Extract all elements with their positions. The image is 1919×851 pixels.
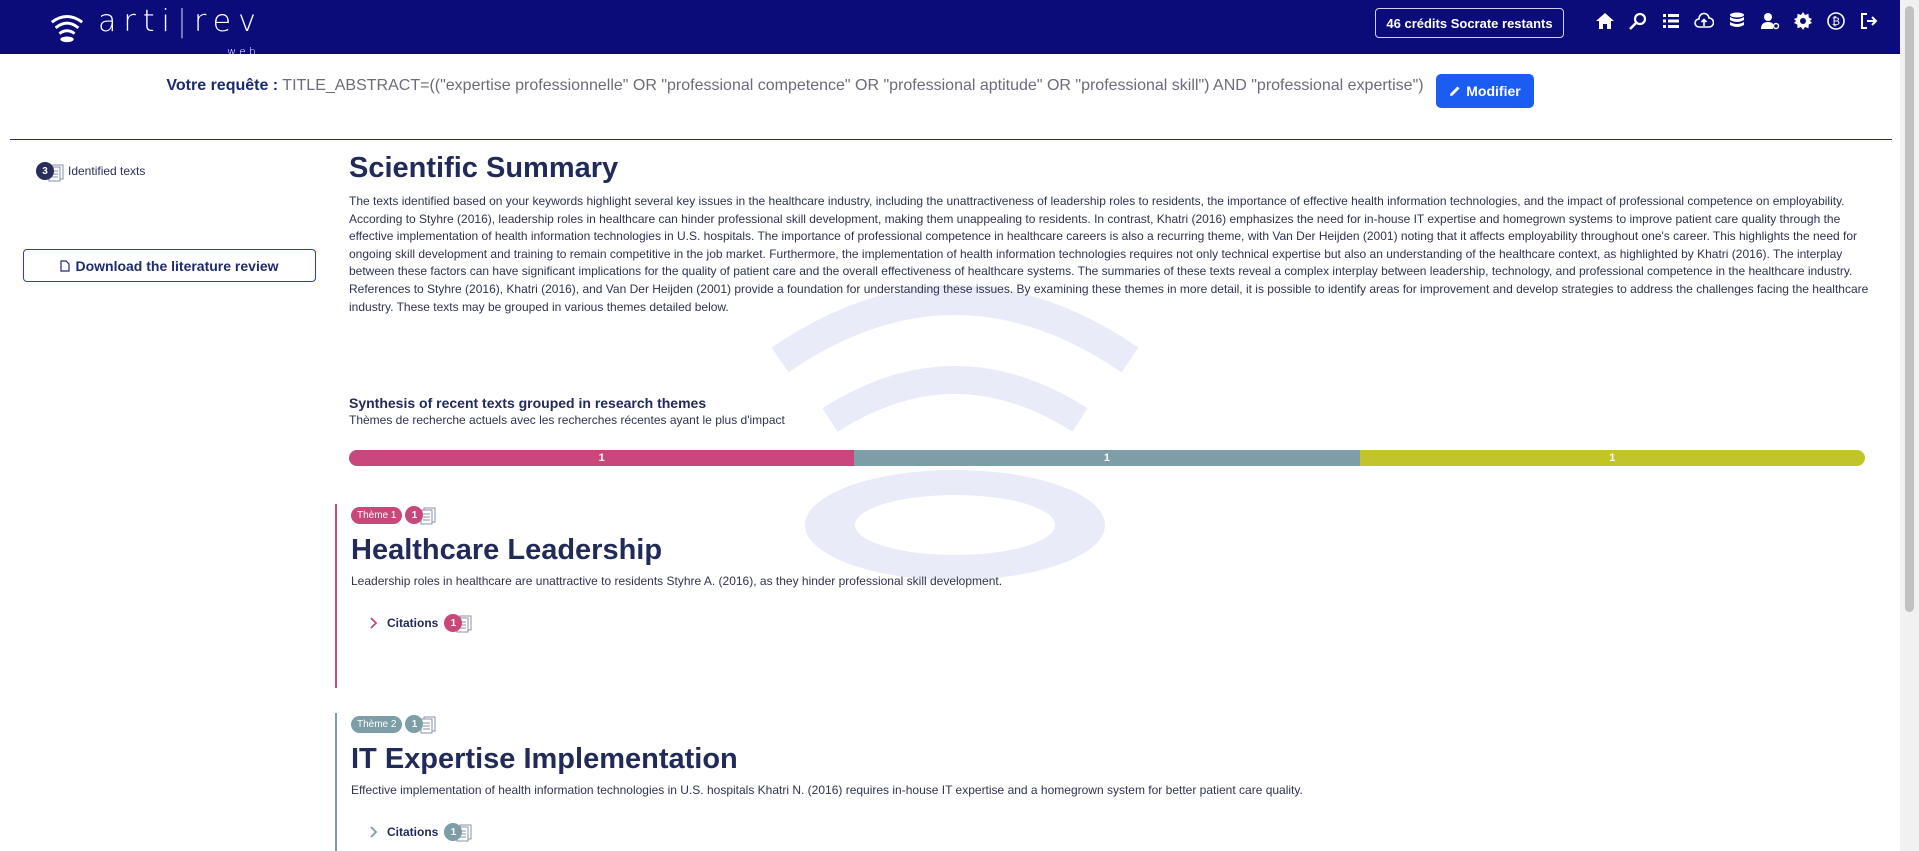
pencil-icon bbox=[1450, 86, 1460, 96]
top-navbar: arti|rev web 46 crédits Socrate restants… bbox=[0, 0, 1900, 58]
search-icon[interactable] bbox=[1627, 10, 1649, 32]
divider bbox=[10, 139, 1892, 140]
bitcoin-icon[interactable]: ₿ bbox=[1825, 10, 1847, 32]
theme-header: Thème 1 1 bbox=[351, 504, 1875, 526]
logo-subtitle: web bbox=[227, 45, 259, 58]
theme-title: Healthcare Leadership bbox=[351, 534, 663, 566]
logo-wordmark: arti|rev web bbox=[98, 4, 263, 58]
synthesis-subtitle: Thèmes de recherche actuels avec les rec… bbox=[349, 413, 785, 427]
theme-card-1: Thème 1 1 Healthcare Leadership Leadersh… bbox=[335, 504, 1875, 688]
scientific-summary-section: Scientific Summary The texts identified … bbox=[349, 152, 1869, 316]
list-icon[interactable] bbox=[1660, 10, 1682, 32]
artirev-logo[interactable]: arti|rev web bbox=[48, 4, 263, 58]
chevron-right-icon bbox=[370, 617, 378, 629]
logout-icon[interactable] bbox=[1858, 10, 1880, 32]
query-label: Votre requête : bbox=[166, 77, 279, 94]
citations-label: Citations bbox=[387, 616, 439, 630]
synthesis-title: Synthesis of recent texts grouped in res… bbox=[349, 395, 707, 411]
logo-divider: | bbox=[176, 4, 194, 39]
theme-segment-1[interactable]: 1 bbox=[349, 450, 855, 466]
download-literature-review-button[interactable]: Download the literature review bbox=[23, 249, 316, 282]
synthesis-header: Synthesis of recent texts grouped in res… bbox=[349, 395, 785, 427]
chevron-right-icon bbox=[370, 826, 378, 838]
theme-card-2: Thème 2 1 IT Expertise Implementation Ef… bbox=[335, 713, 1875, 851]
home-icon[interactable] bbox=[1594, 10, 1616, 32]
vertical-scrollbar[interactable] bbox=[1900, 0, 1919, 851]
citations-toggle[interactable]: Citations 1 bbox=[369, 613, 1875, 633]
svg-text:₿: ₿ bbox=[1832, 15, 1840, 28]
theme-description: Leadership roles in healthcare are unatt… bbox=[351, 574, 1003, 588]
identified-texts-label: Identified texts bbox=[68, 164, 146, 178]
themes-distribution-bar: 1 1 1 bbox=[349, 450, 1865, 466]
citations-toggle[interactable]: Citations 1 bbox=[369, 822, 1875, 842]
cloud-upload-icon[interactable] bbox=[1693, 10, 1715, 32]
theme-segment-2[interactable]: 1 bbox=[854, 450, 1360, 466]
theme-segment-3[interactable]: 1 bbox=[1359, 450, 1865, 466]
citations-label: Citations bbox=[387, 825, 439, 839]
query-text: TITLE_ABSTRACT=(("expertise professionne… bbox=[282, 77, 1424, 94]
file-icon bbox=[60, 259, 71, 272]
logo-mark-icon bbox=[50, 15, 84, 43]
summary-title: Scientific Summary bbox=[349, 152, 619, 184]
download-label: Download the literature review bbox=[75, 257, 279, 274]
scrollbar-thumb[interactable] bbox=[1905, 6, 1914, 612]
theme-pill: Thème 2 bbox=[351, 715, 403, 733]
query-display: Votre requête : TITLE_ABSTRACT=(("expert… bbox=[160, 74, 1430, 98]
modify-label: Modifier bbox=[1466, 83, 1521, 99]
theme-pill: Thème 1 bbox=[351, 506, 403, 524]
modify-query-button[interactable]: Modifier bbox=[1436, 74, 1534, 108]
nav-icon-group: ₿ bbox=[1594, 10, 1880, 32]
identified-count-badge: 3 bbox=[36, 162, 54, 180]
logo-text-left: arti bbox=[98, 4, 177, 39]
theme-description: Effective implementation of health infor… bbox=[351, 783, 1303, 797]
summary-text: The texts identified based on your keywo… bbox=[349, 194, 1869, 314]
theme-title: IT Expertise Implementation bbox=[351, 743, 738, 775]
credits-badge[interactable]: 46 crédits Socrate restants bbox=[1375, 8, 1564, 38]
settings-icon[interactable] bbox=[1792, 10, 1814, 32]
identified-texts-counter[interactable]: 3 Identified texts bbox=[36, 162, 145, 182]
theme-header: Thème 2 1 bbox=[351, 713, 1875, 735]
database-icon[interactable] bbox=[1726, 10, 1748, 32]
user-cog-icon[interactable] bbox=[1759, 10, 1781, 32]
